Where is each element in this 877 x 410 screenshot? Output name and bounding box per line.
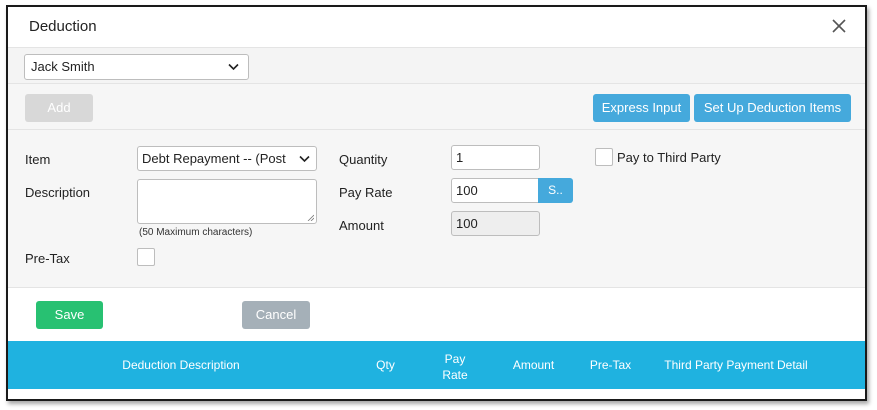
pay-rate-select-button[interactable]: S.. — [538, 178, 573, 203]
col-qty: Qty — [376, 358, 395, 372]
employee-bar: Jack Smith — [8, 47, 865, 84]
pay-rate-value: 100 — [456, 183, 478, 198]
add-button[interactable]: Add — [25, 94, 93, 122]
chevron-down-icon — [299, 155, 310, 163]
dialog-title: Deduction — [29, 18, 97, 35]
close-button[interactable] — [829, 16, 849, 36]
deductions-table-header: Deduction Description Qty Pay Rate Amoun… — [8, 341, 865, 389]
deduction-form: Item Debt Repayment -- (Post Description… — [8, 130, 865, 288]
employee-select[interactable]: Jack Smith — [24, 54, 249, 80]
toolbar: Add Express Input Set Up Deduction Items — [8, 84, 865, 130]
pretax-label: Pre-Tax — [25, 251, 70, 266]
action-bar: Save Cancel — [8, 288, 865, 342]
dialog-header: Deduction — [8, 7, 865, 47]
chevron-down-icon — [228, 63, 239, 71]
col-pay-rate: Pay Rate — [436, 351, 474, 383]
employee-select-value: Jack Smith — [31, 59, 95, 74]
amount-label: Amount — [339, 218, 384, 233]
pay-to-third-party-checkbox[interactable] — [595, 148, 613, 166]
col-pay-rate-line1: Pay — [444, 352, 466, 366]
col-pre-tax: Pre-Tax — [589, 358, 632, 372]
item-label: Item — [25, 152, 51, 167]
cancel-button[interactable]: Cancel — [242, 301, 310, 329]
table-body — [8, 389, 865, 399]
item-select[interactable]: Debt Repayment -- (Post — [137, 146, 317, 171]
amount-input: 100 — [451, 211, 540, 236]
save-button[interactable]: Save — [36, 301, 103, 329]
description-textarea[interactable] — [137, 179, 317, 224]
description-hint: (50 Maximum characters) — [139, 227, 253, 238]
pay-rate-input[interactable]: 100 — [451, 178, 540, 203]
pretax-checkbox[interactable] — [137, 248, 155, 266]
col-pay-rate-line2: Rate — [442, 368, 468, 382]
setup-deduction-items-button[interactable]: Set Up Deduction Items — [694, 94, 851, 122]
col-amount: Amount — [512, 358, 555, 372]
quantity-label: Quantity — [339, 152, 388, 167]
pay-to-third-party-label: Pay to Third Party — [617, 150, 721, 165]
col-deduction-description: Deduction Description — [122, 358, 240, 372]
item-select-value: Debt Repayment -- (Post — [142, 151, 286, 166]
resize-grip-icon[interactable] — [307, 214, 314, 221]
quantity-value: 1 — [456, 150, 464, 165]
col-third-party-payment-detail: Third Party Payment Detail — [664, 358, 808, 372]
pay-rate-label: Pay Rate — [339, 185, 393, 200]
close-icon — [832, 19, 846, 33]
express-input-button[interactable]: Express Input — [593, 94, 690, 122]
description-label: Description — [25, 185, 91, 200]
amount-value: 100 — [456, 216, 478, 231]
deduction-dialog: Deduction Jack Smith Add Express Input S… — [6, 5, 867, 401]
quantity-input[interactable]: 1 — [451, 145, 540, 170]
